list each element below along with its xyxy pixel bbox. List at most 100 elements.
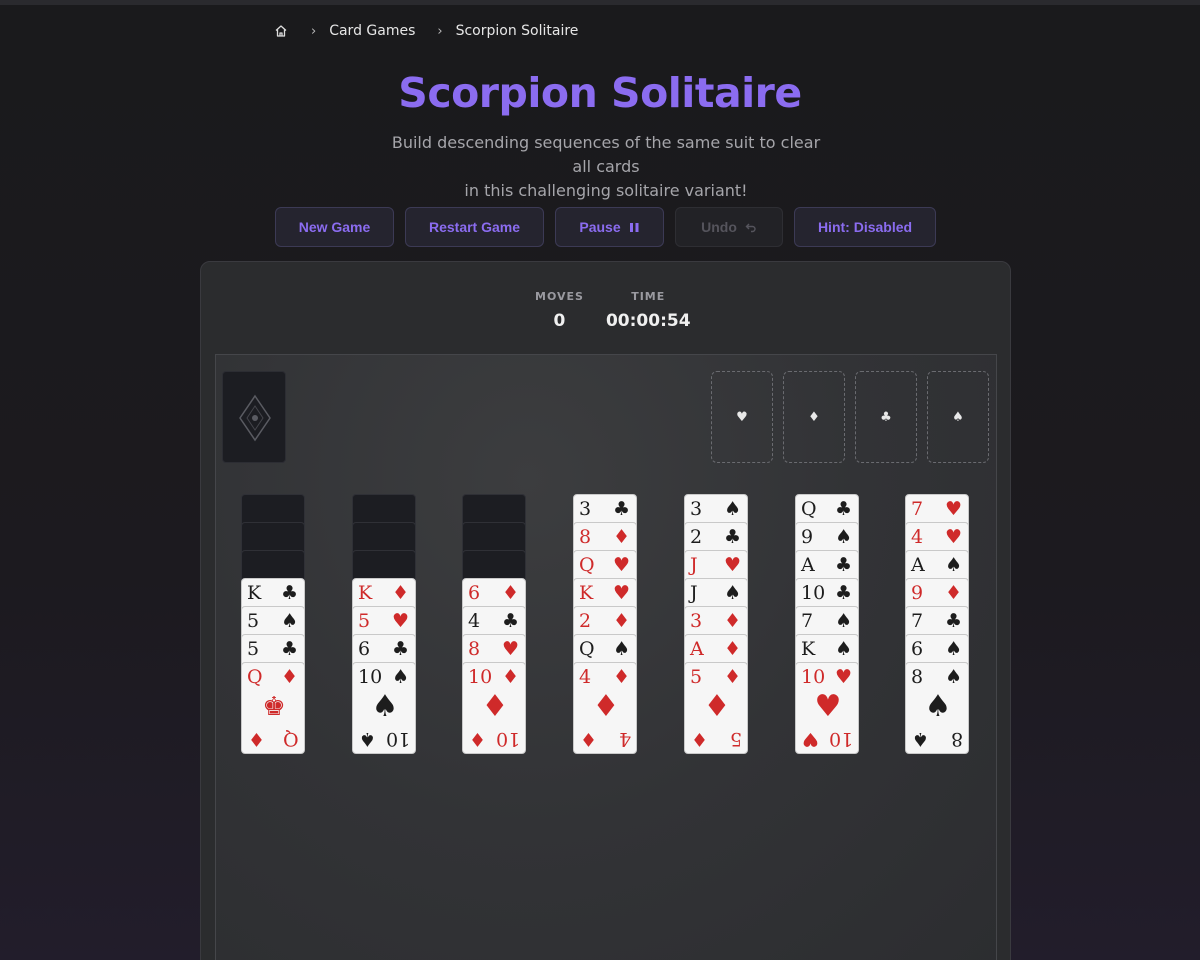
subtitle-line-1: Build descending sequences of the same s… <box>391 133 821 176</box>
card-suit-icon: ♠ <box>612 638 630 660</box>
card-rank-bottom: 10 <box>828 728 853 750</box>
playing-card[interactable]: 10 ♠ ♠ 10 ♠ <box>352 662 416 754</box>
card-rank-bottom: Q <box>283 728 299 750</box>
foundation-hearts[interactable]: ♥ <box>711 371 773 463</box>
card-rank: 4 <box>468 610 481 632</box>
card-rank: 9 <box>801 526 814 548</box>
card-suit-icon: ♣ <box>280 638 298 660</box>
card-rank-bottom: 4 <box>618 728 631 750</box>
tableau-column-7[interactable]: 7 ♥ 4 ♥ A ♠ 9 ♦ 7 ♣ 6 ♠ 8 ♠ ♠ 8 ♠ <box>905 494 969 754</box>
tableau-column-4[interactable]: 3 ♣ 8 ♦ Q ♥ K ♥ 2 ♦ Q ♠ 4 ♦ ♦ 4 ♦ <box>573 494 637 754</box>
card-rank: K <box>247 582 262 604</box>
moves-value: 0 <box>553 311 566 331</box>
restart-game-button[interactable]: Restart Game <box>405 207 544 247</box>
card-rank: 6 <box>911 638 924 660</box>
card-suit-icon: ♠ <box>834 638 852 660</box>
card-rank: J <box>690 582 698 604</box>
card-suit-icon: ♥ <box>391 610 409 632</box>
card-suit-icon: ♣ <box>280 582 298 604</box>
card-rank: J <box>690 554 698 576</box>
card-rank: 5 <box>247 610 260 632</box>
card-rank: 10 <box>358 666 383 688</box>
card-suit-bottom-icon: ♦ <box>691 728 709 750</box>
card-suit-icon: ♣ <box>834 554 852 576</box>
card-rank: 6 <box>358 638 371 660</box>
page-title: Scorpion Solitaire <box>398 69 802 117</box>
playing-card[interactable]: 8 ♠ ♠ 8 ♠ <box>905 662 969 754</box>
game-panel: MOVES 0 TIME 00:00:54 ♥ ♦ ♣ ♠ K ♣ 5 ♠ 5 ♣ Q ♦ ♚ Q… <box>200 261 1011 960</box>
card-suit-icon: ♥ <box>944 526 962 548</box>
card-rank: 7 <box>911 610 924 632</box>
breadcrumb-item-current: Scorpion Solitaire <box>455 23 579 39</box>
new-game-button[interactable]: New Game <box>275 207 394 247</box>
card-suit-icon: ♣ <box>612 498 630 520</box>
card-suit-icon: ♦ <box>612 526 630 548</box>
card-rank: Q <box>579 638 595 660</box>
breadcrumb: › Card Games › Scorpion Solitaire <box>273 21 578 41</box>
time-stat: TIME 00:00:54 <box>606 290 691 331</box>
tableau-column-5[interactable]: 3 ♠ 2 ♣ J ♥ J ♠ 3 ♦ A ♦ 5 ♦ ♦ 5 ♦ <box>684 494 748 754</box>
card-suit-icon: ♦ <box>723 638 741 660</box>
card-suit-bottom-icon: ♥ <box>802 728 820 750</box>
home-icon[interactable] <box>273 23 289 39</box>
tableau-column-1[interactable]: K ♣ 5 ♠ 5 ♣ Q ♦ ♚ Q ♦ <box>241 494 305 754</box>
card-suit-icon: ♠ <box>834 610 852 632</box>
card-rank: 7 <box>801 610 814 632</box>
card-rank: 8 <box>468 638 481 660</box>
undo-button[interactable]: Undo <box>675 207 783 247</box>
page-subtitle: Build descending sequences of the same s… <box>380 131 832 203</box>
tableau-column-2[interactable]: K ♦ 5 ♥ 6 ♣ 10 ♠ ♠ 10 ♠ <box>352 494 416 754</box>
card-rank: A <box>690 638 704 660</box>
playing-card[interactable]: 10 ♥ ♥ 10 ♥ <box>795 662 859 754</box>
card-suit-icon: ♥ <box>501 638 519 660</box>
card-rank: K <box>579 582 594 604</box>
card-center-suit-icon: ♦ <box>703 689 731 724</box>
card-rank: 8 <box>579 526 592 548</box>
foundation-clubs[interactable]: ♣ <box>855 371 917 463</box>
card-suit-bottom-icon: ♦ <box>580 728 598 750</box>
card-rank: 5 <box>247 638 260 660</box>
card-rank: 8 <box>911 666 924 688</box>
playing-card[interactable]: 5 ♦ ♦ 5 ♦ <box>684 662 748 754</box>
card-rank: Q <box>247 666 263 688</box>
tableau-column-3[interactable]: 6 ♦ 4 ♣ 8 ♥ 10 ♦ ♦ 10 ♦ <box>462 494 526 754</box>
card-rank: 10 <box>468 666 493 688</box>
card-rank: 5 <box>690 666 703 688</box>
card-center-suit-icon: ♠ <box>924 689 952 724</box>
card-suit-icon: ♥ <box>944 498 962 520</box>
card-suit-bottom-icon: ♠ <box>359 728 377 750</box>
card-back-icon <box>239 394 271 442</box>
card-rank-bottom: 10 <box>495 728 520 750</box>
card-suit-icon: ♦ <box>280 666 298 688</box>
breadcrumb-item-card-games[interactable]: Card Games <box>329 23 415 39</box>
card-suit-icon: ♣ <box>501 610 519 632</box>
card-rank: Q <box>579 554 595 576</box>
card-rank: 3 <box>690 498 703 520</box>
card-rank: 4 <box>579 666 592 688</box>
card-suit-icon: ♥ <box>834 666 852 688</box>
pause-icon <box>629 222 639 232</box>
card-center-suit-icon: ♦ <box>481 689 509 724</box>
card-suit-icon: ♦ <box>612 666 630 688</box>
playing-card[interactable]: 10 ♦ ♦ 10 ♦ <box>462 662 526 754</box>
undo-label: Undo <box>701 219 737 235</box>
playing-card[interactable]: 4 ♦ ♦ 4 ♦ <box>573 662 637 754</box>
card-suit-icon: ♥ <box>612 554 630 576</box>
restart-label: Restart Game <box>428 219 521 235</box>
card-rank: 4 <box>911 526 924 548</box>
foundation-spades[interactable]: ♠ <box>927 371 989 463</box>
pause-button[interactable]: Pause <box>555 207 664 247</box>
stock-pile[interactable] <box>222 371 286 463</box>
card-suit-icon: ♣ <box>834 582 852 604</box>
playing-card[interactable]: Q ♦ ♚ Q ♦ <box>241 662 305 754</box>
foundation-diamonds[interactable]: ♦ <box>783 371 845 463</box>
time-label: TIME <box>631 290 666 303</box>
card-rank: 10 <box>801 666 826 688</box>
top-bar <box>0 0 1200 5</box>
hint-button[interactable]: Hint: Disabled <box>794 207 936 247</box>
card-rank: 6 <box>468 582 481 604</box>
card-center-suit-icon: ♥ <box>814 689 842 724</box>
chevron-right-icon: › <box>311 23 317 39</box>
tableau-column-6[interactable]: Q ♣ 9 ♠ A ♣ 10 ♣ 7 ♠ K ♠ 10 ♥ ♥ 10 ♥ <box>795 494 859 754</box>
card-suit-icon: ♠ <box>944 638 962 660</box>
